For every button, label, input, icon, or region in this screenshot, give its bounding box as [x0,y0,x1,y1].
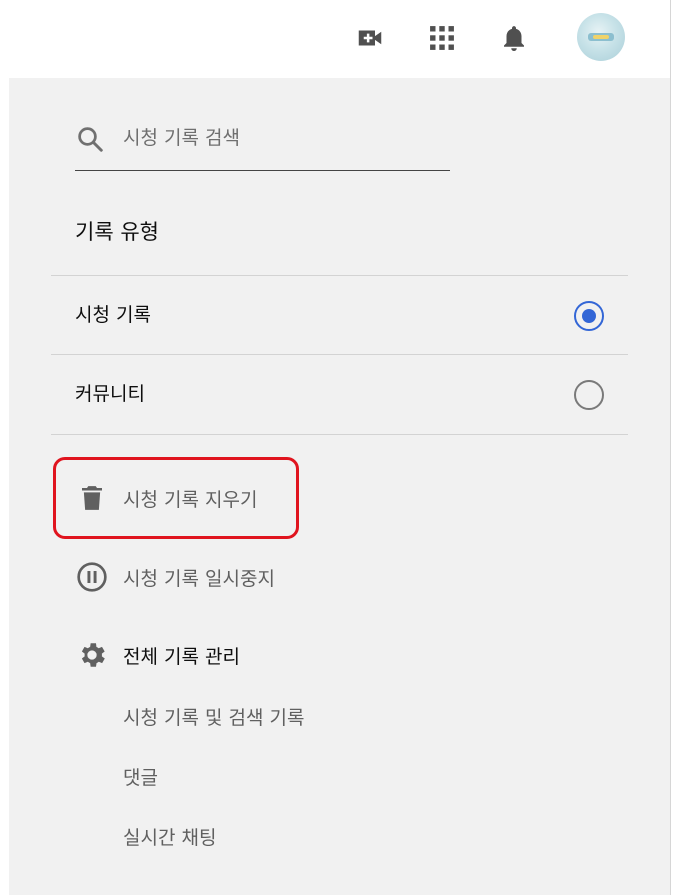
link-watch-and-search-history[interactable]: 시청 기록 및 검색 기록 [123,703,304,730]
left-edge [0,78,9,895]
manage-all-history-button[interactable]: 전체 기록 관리 [75,633,240,677]
create-video-button[interactable] [350,18,390,58]
avatar-mark-accent [593,35,609,39]
radio-button[interactable] [574,380,604,410]
apps-button[interactable] [422,18,462,58]
history-type-title: 기록 유형 [75,220,159,244]
link-live-chat[interactable]: 실시간 채팅 [123,823,216,850]
search-history-box [75,116,450,171]
avatar[interactable] [577,13,625,61]
highlight-annotation [53,457,299,539]
video-camera-plus-icon [358,30,382,46]
search-history-input[interactable] [123,122,443,154]
option-label: 시청 기록 [75,304,151,326]
option-label: 커뮤니티 [75,383,145,405]
radio-button-selected[interactable] [574,301,604,331]
history-type-option-community[interactable]: 커뮤니티 [51,355,628,433]
gear-icon [75,638,109,672]
top-bar [0,0,679,78]
pause-circle-icon [75,560,109,594]
bell-icon [504,26,524,51]
search-icon[interactable] [75,124,105,154]
scrollbar[interactable] [670,0,679,895]
link-comments[interactable]: 댓글 [123,763,158,790]
grid-apps-icon [430,26,454,50]
notifications-button[interactable] [494,18,534,58]
divider [51,434,628,435]
manage-history-label: 전체 기록 관리 [123,645,240,668]
pause-watch-history-button[interactable]: 시청 기록 일시중지 [75,555,275,599]
pause-history-label: 시청 기록 일시중지 [123,567,275,590]
history-type-option-watch[interactable]: 시청 기록 [51,276,628,354]
